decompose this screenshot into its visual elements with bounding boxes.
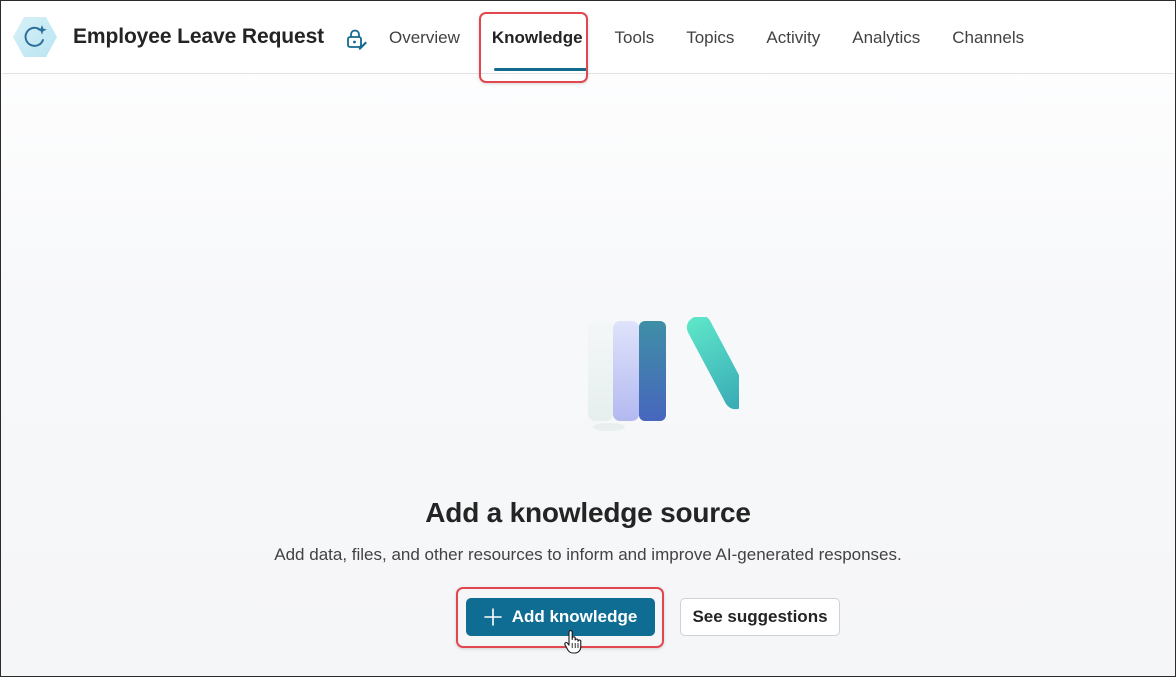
tab-activity[interactable]: Activity [754, 2, 832, 74]
empty-state-title: Add a knowledge source [425, 497, 751, 528]
tab-overview[interactable]: Overview [377, 2, 472, 74]
tab-channels[interactable]: Channels [940, 2, 1036, 74]
app-window: Employee Leave Request Overview Knowledg… [0, 0, 1176, 677]
lock-edit-icon[interactable] [345, 28, 367, 50]
see-suggestions-button[interactable]: See suggestions [680, 598, 840, 636]
add-knowledge-label: Add knowledge [511, 607, 638, 626]
empty-state-description: Add data, files, and other resources to … [274, 545, 902, 564]
plus-icon [483, 608, 502, 626]
tab-bar: Overview Knowledge Tools Topics Activity… [377, 2, 1044, 74]
tab-analytics[interactable]: Analytics [840, 2, 932, 74]
agent-hexagon-sparkle-icon [13, 17, 57, 57]
agent-header: Employee Leave Request Overview Knowledg… [2, 2, 1174, 74]
agent-title: Employee Leave Request [73, 25, 325, 48]
tab-topics[interactable]: Topics [674, 2, 746, 74]
books-icon [588, 317, 739, 431]
tab-knowledge[interactable]: Knowledge [480, 2, 595, 74]
add-knowledge-button[interactable]: Add knowledge [466, 598, 655, 636]
tab-tools[interactable]: Tools [603, 2, 667, 74]
